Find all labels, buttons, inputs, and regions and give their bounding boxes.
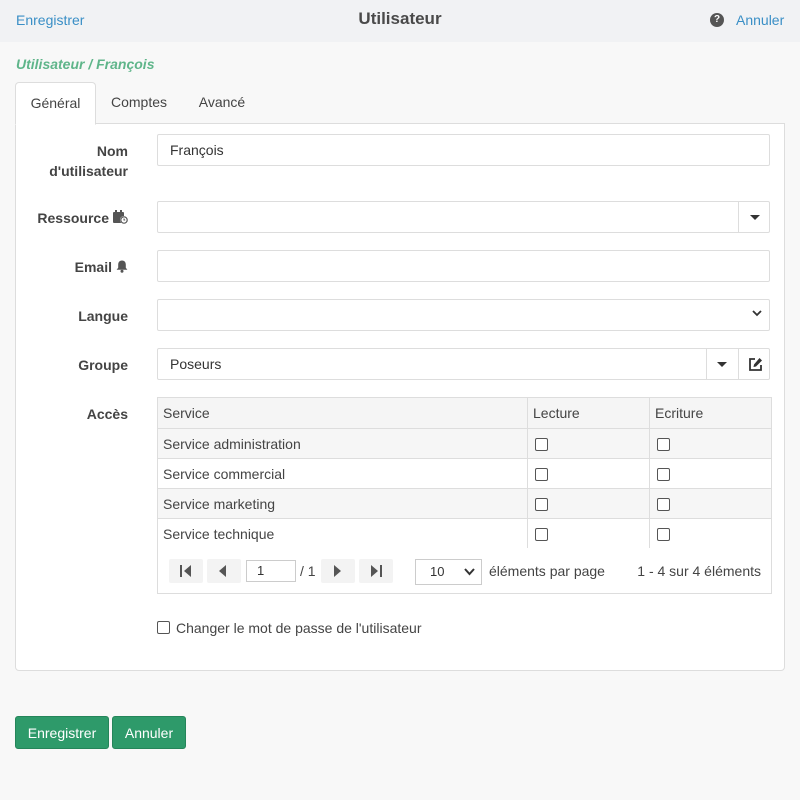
group-label: Groupe — [78, 357, 128, 373]
email-label: Email — [75, 257, 128, 278]
cancel-button[interactable]: Annuler — [112, 716, 186, 749]
username-label-line1: Nom — [96, 143, 128, 159]
prev-page-button[interactable] — [207, 559, 241, 583]
write-cell — [649, 488, 772, 519]
read-checkbox[interactable] — [535, 528, 548, 542]
breadcrumb: Utilisateur / François — [16, 56, 155, 72]
caret-down-icon[interactable] — [717, 362, 727, 367]
tab-comptes[interactable]: Comptes — [99, 82, 179, 123]
resource-separator — [738, 202, 739, 232]
group-separator-1 — [706, 349, 707, 379]
page-size-select[interactable]: 10 — [415, 559, 482, 585]
last-page-button[interactable] — [359, 559, 393, 583]
access-table: Service Lecture Ecriture Service adminis… — [157, 397, 772, 549]
change-password-checkbox[interactable] — [157, 621, 170, 634]
table-row: Service commercial — [157, 458, 772, 489]
page-size-label: éléments par page — [489, 563, 605, 579]
read-cell — [527, 518, 650, 549]
prev-page-icon — [219, 565, 226, 577]
service-cell: Service administration — [157, 428, 528, 459]
cancel-link[interactable]: Annuler — [736, 12, 784, 28]
first-page-icon — [180, 565, 191, 577]
write-checkbox[interactable] — [657, 438, 670, 452]
resource-label-text: Ressource — [37, 210, 109, 226]
table-header-row: Service Lecture Ecriture — [157, 397, 772, 429]
read-checkbox[interactable] — [535, 468, 548, 482]
bell-icon — [116, 258, 128, 278]
column-header-read[interactable]: Lecture — [527, 397, 650, 429]
top-bar: Enregistrer Utilisateur ? Annuler — [0, 0, 800, 42]
email-input[interactable] — [157, 250, 770, 282]
form-panel: Nom d'utilisateur François Ressource Ema… — [15, 123, 785, 671]
language-label: Langue — [78, 308, 128, 324]
group-value: Poseurs — [170, 356, 222, 372]
group-separator-2 — [738, 349, 739, 379]
table-row: Service administration — [157, 428, 772, 459]
next-page-button[interactable] — [321, 559, 355, 583]
read-checkbox[interactable] — [535, 438, 548, 452]
next-page-icon — [334, 565, 341, 577]
calendar-clock-icon — [113, 209, 128, 229]
total-pages: / 1 — [300, 563, 316, 579]
change-password-label[interactable]: Changer le mot de passe de l'utilisateur — [176, 620, 421, 636]
pager-info: 1 - 4 sur 4 éléments — [637, 563, 761, 579]
page-title: Utilisateur — [358, 9, 442, 28]
username-label: Nom d'utilisateur — [49, 141, 128, 181]
write-checkbox[interactable] — [657, 528, 670, 542]
edit-icon[interactable] — [748, 357, 763, 372]
write-cell — [649, 458, 772, 489]
save-button[interactable]: Enregistrer — [15, 716, 109, 749]
caret-down-icon[interactable] — [750, 215, 760, 220]
question-circle-icon[interactable]: ? — [710, 13, 724, 27]
language-select[interactable] — [157, 299, 770, 331]
write-cell — [649, 428, 772, 459]
write-cell — [649, 518, 772, 549]
table-row: Service marketing — [157, 488, 772, 519]
change-password-row[interactable]: Changer le mot de passe de l'utilisateur — [157, 620, 421, 636]
resource-label: Ressource — [37, 208, 128, 229]
chevron-down-icon — [464, 568, 475, 576]
username-input[interactable]: François — [157, 134, 770, 166]
last-page-icon — [371, 565, 382, 577]
write-checkbox[interactable] — [657, 468, 670, 482]
resource-select[interactable] — [157, 201, 770, 233]
service-cell: Service commercial — [157, 458, 528, 489]
first-page-button[interactable] — [169, 559, 203, 583]
access-label: Accès — [86, 406, 128, 422]
page-size-value: 10 — [430, 564, 445, 579]
read-cell — [527, 428, 650, 459]
service-cell: Service marketing — [157, 488, 528, 519]
tab-avance[interactable]: Avancé — [185, 82, 259, 123]
write-checkbox[interactable] — [657, 498, 670, 512]
column-header-write[interactable]: Ecriture — [649, 397, 772, 429]
group-select[interactable]: Poseurs — [157, 348, 770, 380]
service-cell: Service technique — [157, 518, 528, 549]
read-checkbox[interactable] — [535, 498, 548, 512]
read-cell — [527, 488, 650, 519]
table-row: Service technique — [157, 518, 772, 549]
tab-general[interactable]: Général — [15, 82, 96, 125]
page-number-input[interactable]: 1 — [246, 560, 296, 582]
read-cell — [527, 458, 650, 489]
username-label-line2: d'utilisateur — [49, 163, 128, 179]
table-pager: 1 / 1 10 éléments par page 1 - 4 sur 4 é… — [157, 548, 772, 594]
chevron-down-icon — [752, 310, 762, 317]
email-label-text: Email — [74, 259, 112, 275]
column-header-service[interactable]: Service — [157, 397, 528, 429]
